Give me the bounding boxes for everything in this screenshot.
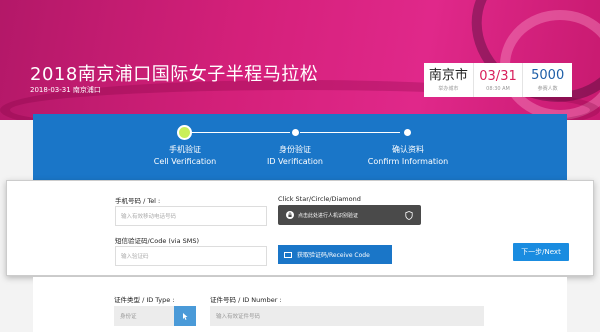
captcha-text: 点击此处进行人机识别验证 [298,212,359,219]
progress-steps: 手机验证 Cell Verification 身份验证 ID Verificat… [33,114,567,182]
event-stats-box: 南京市 举办城市 03/31 08:30 AM 5000 参赛人数 [424,63,572,97]
step-label-en: ID Verification [266,157,323,166]
sms-code-label: 短信验证码/Code (via SMS) [115,237,200,245]
step-confirm-information: 确认资料 Confirm Information [353,144,463,168]
step-indicator [404,129,411,136]
id-type-dropdown-button[interactable] [174,306,196,326]
step-id-verification: 身份验证 ID Verification [240,144,350,168]
phone-label: 手机号码 / Tel : [115,197,161,205]
receive-code-button[interactable]: 获取验证码/Receive Code [278,245,392,264]
captcha-button[interactable]: 点击此处进行人机识别验证 [278,205,421,225]
lock-icon [286,211,294,219]
stat-city: 南京市 举办城市 [424,63,474,97]
stat-city-value: 南京市 [428,68,468,83]
step-label-en: Confirm Information [367,157,449,166]
step-connector [300,132,400,133]
step-label-cn: 身份验证 [279,145,311,154]
next-button[interactable]: 下一步/Next [513,243,569,261]
verification-form: 手机号码 / Tel : 输入有效移动电话号码 Click Star/Circl… [6,180,594,276]
id-type-select[interactable]: 身份证 [114,306,174,326]
id-number-label: 证件号码 / ID Number : [210,296,282,304]
id-number-input[interactable]: 输入有效证件号码 [210,306,484,326]
step-label-cn: 确认资料 [392,145,424,154]
stat-participants: 5000 参赛人数 [523,63,572,97]
captcha-label: Click Star/Circle/Diamond [278,195,361,203]
step-cell-verification: 手机验证 Cell Verification [130,144,240,168]
stat-date-label: 08:30 AM [486,85,510,92]
id-type-label: 证件类型 / ID Type : [114,296,175,304]
pointer-icon [183,313,188,320]
event-title: 2018南京浦口国际女子半程马拉松 [30,64,319,85]
step-connector [190,132,290,133]
shield-icon [405,211,413,220]
phone-input[interactable]: 输入有效移动电话号码 [115,206,267,226]
stat-date-value: 03/31 [479,68,517,84]
stat-participants-value: 5000 [531,68,565,83]
stat-date: 03/31 08:30 AM [474,63,524,97]
step-indicator-active [179,127,190,138]
stat-city-label: 举办城市 [438,86,459,92]
step-indicator [292,129,299,136]
stat-participants-label: 参赛人数 [537,86,558,92]
keyboard-icon [284,251,292,258]
hero-banner: 2018南京浦口国际女子半程马拉松 2018-03-31 南京浦口 [0,0,600,120]
step-label-cn: 手机验证 [169,145,201,154]
receive-code-label: 获取验证码/Receive Code [297,252,370,259]
sms-code-input[interactable]: 输入验证码 [115,246,267,266]
event-date-location: 2018-03-31 南京浦口 [30,86,101,94]
step-label-en: Cell Verification [153,157,217,166]
